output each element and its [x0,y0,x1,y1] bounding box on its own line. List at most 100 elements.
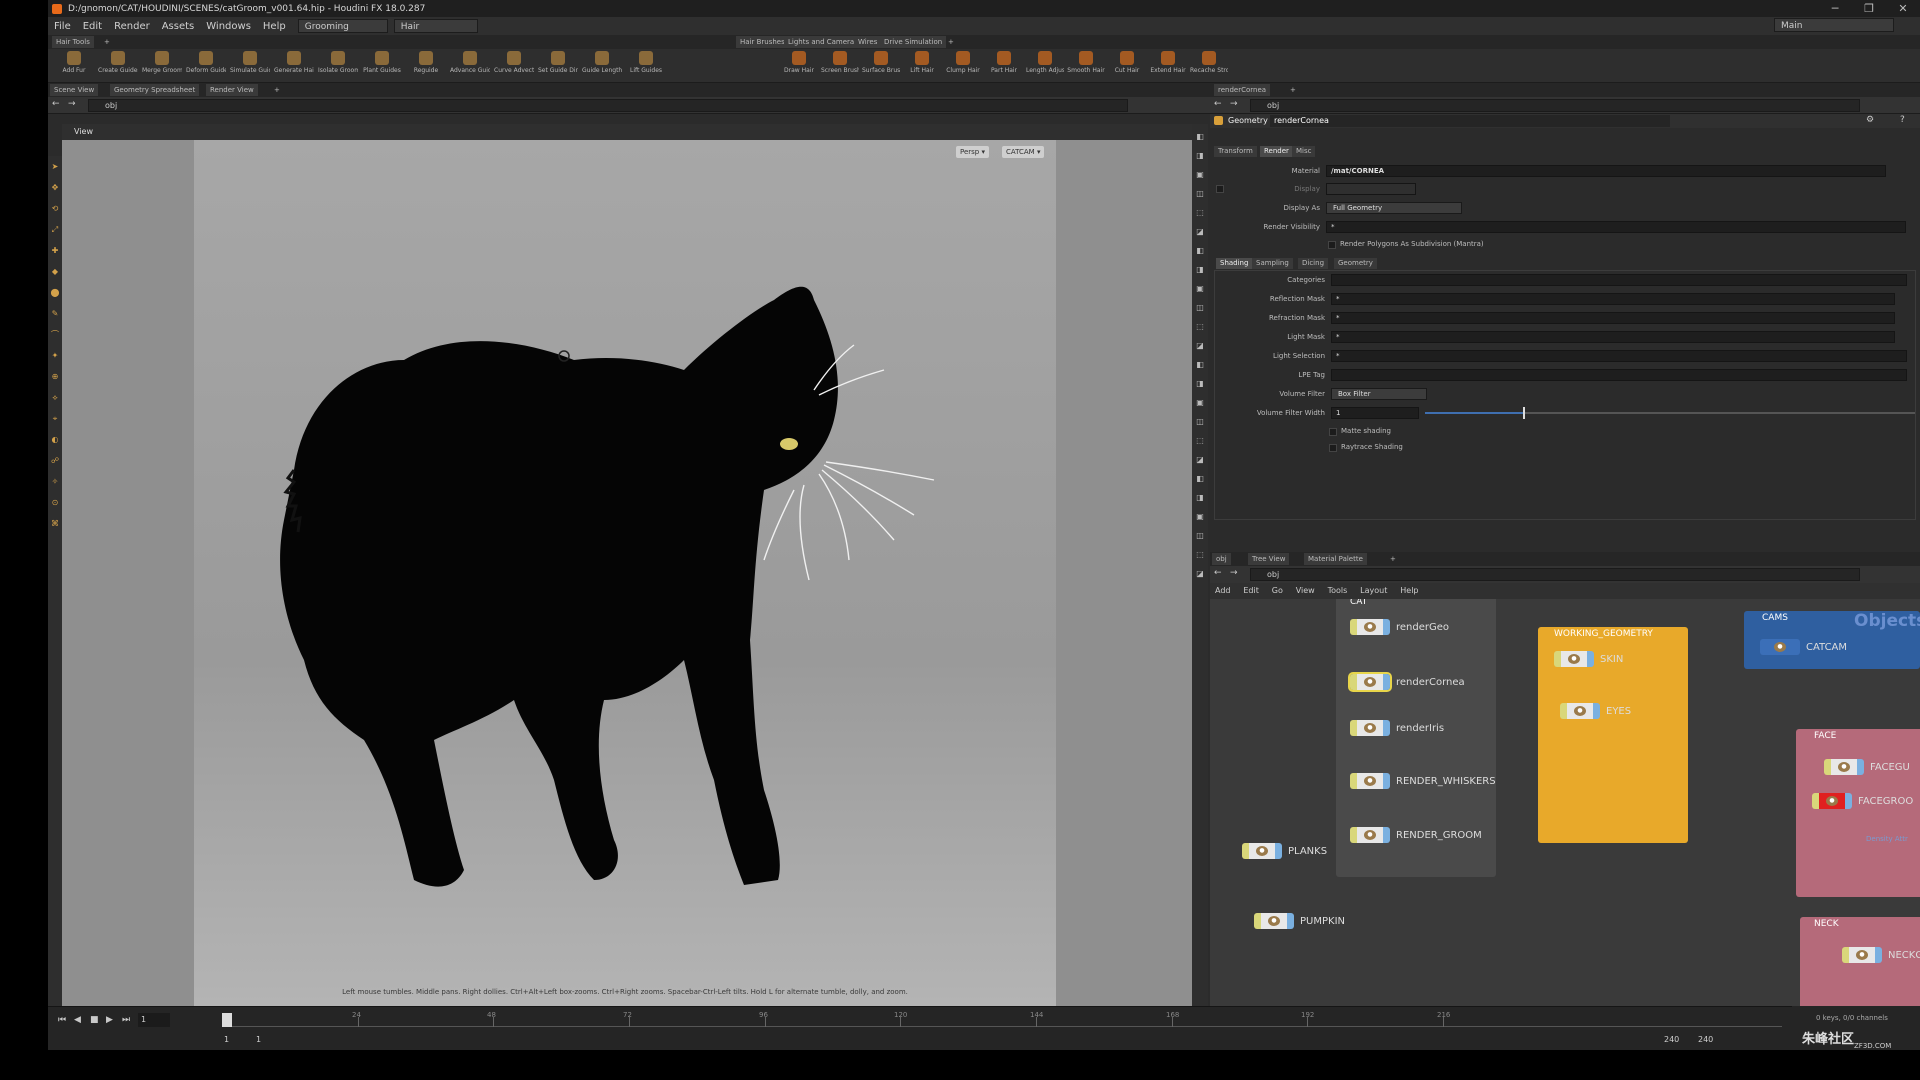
desktop-dropdown[interactable]: Grooming [297,19,388,33]
camera-dropdown[interactable]: CATCAM ▾ [1002,146,1045,158]
network-path-field[interactable]: obj [1250,568,1860,581]
params-path-field[interactable]: obj [1250,99,1860,112]
light-selection-field[interactable]: * [1331,350,1907,362]
end-frame-field-2[interactable]: 240 [1698,1035,1713,1044]
shelf-brush-recache-strokes[interactable]: Recache Strokes [1190,51,1228,81]
display-option-icon[interactable]: ◧ [1195,474,1205,484]
volume-filter-width-slider[interactable] [1425,407,1915,419]
context-dropdown[interactable]: Hair [393,19,478,33]
shelf-tool-advance-guides[interactable]: Advance Guides [450,51,490,81]
viewport-tool-icon[interactable]: ✚ [50,246,60,256]
net-menu-tools[interactable]: Tools [1323,583,1353,599]
display-option-icon[interactable]: ◪ [1195,455,1205,465]
display-field[interactable] [1326,183,1416,195]
display-option-icon[interactable]: ◨ [1195,493,1205,503]
shelf-tool-lift-guides[interactable]: Lift Guides [626,51,666,81]
viewport-tool-icon[interactable]: ☍ [50,456,60,466]
viewport-tool-icon[interactable]: ⬤ [50,288,60,298]
current-frame-field[interactable]: 1 [138,1013,170,1027]
net-menu-edit[interactable]: Edit [1238,583,1264,599]
display-option-icon[interactable]: ◧ [1195,246,1205,256]
viewport-tool-icon[interactable]: ◐ [50,435,60,445]
net-menu-go[interactable]: Go [1267,583,1288,599]
shelf-tool-set-guide-direction[interactable]: Set Guide Direction [538,51,578,81]
viewport-tool-icon[interactable]: ✧ [50,477,60,487]
stop-icon[interactable]: ■ [90,1015,99,1025]
menu-file[interactable]: File [48,21,77,32]
display-option-icon[interactable]: ◫ [1195,189,1205,199]
add-shelf-tab-icon[interactable]: + [100,36,114,48]
menu-edit[interactable]: Edit [77,21,108,32]
viewport-tool-icon[interactable]: ⌒ [50,330,60,340]
display-option-icon[interactable]: ▣ [1195,512,1205,522]
tab-misc[interactable]: Misc [1292,146,1316,157]
shelf-tool-merge-groom-objects[interactable]: Merge Groom Objects [142,51,182,81]
persp-dropdown[interactable]: Persp ▾ [956,146,989,158]
categories-field[interactable] [1331,274,1907,286]
tab-tree-view[interactable]: Tree View [1248,553,1290,565]
display-option-icon[interactable]: ◪ [1195,227,1205,237]
display-option-icon[interactable]: ⬚ [1195,322,1205,332]
lpe-tag-field[interactable] [1331,369,1907,381]
display-option-icon[interactable]: ▣ [1195,170,1205,180]
viewport-tool-icon[interactable]: ✎ [50,309,60,319]
shelf-brush-cut-hair[interactable]: Cut Hair [1108,51,1146,81]
display-option-icon[interactable]: ◪ [1195,569,1205,579]
viewport-tool-icon[interactable]: ⤢ [50,225,60,235]
display-option-icon[interactable]: ⬚ [1195,208,1205,218]
shelf-tool-plant-guides[interactable]: Plant Guides [362,51,402,81]
current-frame-marker[interactable] [222,1013,232,1027]
subtab-dicing[interactable]: Dicing [1298,258,1329,269]
display-option-icon[interactable]: ◪ [1195,341,1205,351]
viewport-tool-icon[interactable]: ⌘ [50,519,60,529]
shelf-tool-deform-guides[interactable]: Deform Guides [186,51,226,81]
shelf-tab-hair-brushes[interactable]: Hair Brushes [736,36,789,48]
shelf-brush-smooth-hair[interactable]: Smooth Hair [1067,51,1105,81]
forward-arrow-icon[interactable]: → [68,99,76,109]
subtab-geometry[interactable]: Geometry [1334,258,1377,269]
matte-shading-checkbox[interactable] [1329,428,1337,436]
viewport-tool-icon[interactable]: ✦ [50,351,60,361]
tab-render-view[interactable]: Render View [206,84,258,96]
viewer-path-field[interactable]: obj [88,99,1128,112]
display-option-icon[interactable]: ⬚ [1195,436,1205,446]
tab-material-palette[interactable]: Material Palette [1304,553,1367,565]
back-arrow-icon[interactable]: ← [52,99,60,109]
params-forward-icon[interactable]: → [1230,99,1238,109]
shelf-brush-surface-brush[interactable]: Surface Brush [862,51,900,81]
add-params-tab-icon[interactable]: + [1286,84,1300,96]
end-frame-field[interactable]: 240 [1664,1035,1679,1044]
viewport-tool-icon[interactable]: ◆ [50,267,60,277]
display-option-icon[interactable]: ▣ [1195,398,1205,408]
subtab-shading[interactable]: Shading [1216,258,1253,269]
menu-help[interactable]: Help [257,21,292,32]
viewport-tool-icon[interactable]: ⟲ [50,204,60,214]
volume-filter-width-slider-handle[interactable] [1523,407,1525,419]
render-visibility-field[interactable]: * [1326,221,1906,233]
menu-windows[interactable]: Windows [200,21,257,32]
network-canvas[interactable]: CAT ● renderGeo ● renderCornea ● renderIris… [1210,599,1920,1006]
shelf-tab-drive-simulation[interactable]: Drive Simulation [880,36,947,48]
tab-obj[interactable]: obj [1212,553,1231,565]
start-frame-field-2[interactable]: 1 [256,1035,261,1044]
shelf-brush-clump-hair[interactable]: Clump Hair [944,51,982,81]
raytrace-shading-checkbox[interactable] [1329,444,1337,452]
viewport-tool-icon[interactable]: ➤ [50,162,60,172]
net-menu-layout[interactable]: Layout [1355,583,1392,599]
display-option-icon[interactable]: ◨ [1195,379,1205,389]
viewport-tool-icon[interactable]: ⊕ [50,372,60,382]
shelf-tool-reguide[interactable]: Reguide [406,51,446,81]
jump-end-icon[interactable]: ⏭ [122,1015,130,1025]
tab-render[interactable]: Render [1260,146,1293,157]
jump-start-icon[interactable]: ⏮ [58,1015,66,1025]
shelf-brush-screen-brush[interactable]: Screen Brush [821,51,859,81]
net-forward-icon[interactable]: → [1230,568,1238,578]
node-name-field[interactable]: renderCornea [1270,115,1670,127]
tab-transform[interactable]: Transform [1214,146,1257,157]
net-menu-view[interactable]: View [1291,583,1320,599]
net-menu-add[interactable]: Add [1210,583,1236,599]
shelf-tab-wires[interactable]: Wires [854,36,882,48]
shelf-tool-curve-advect[interactable]: Curve Advect [494,51,534,81]
refraction-mask-field[interactable]: * [1331,312,1895,324]
viewport-tool-icon[interactable]: ⌖ [50,414,60,424]
